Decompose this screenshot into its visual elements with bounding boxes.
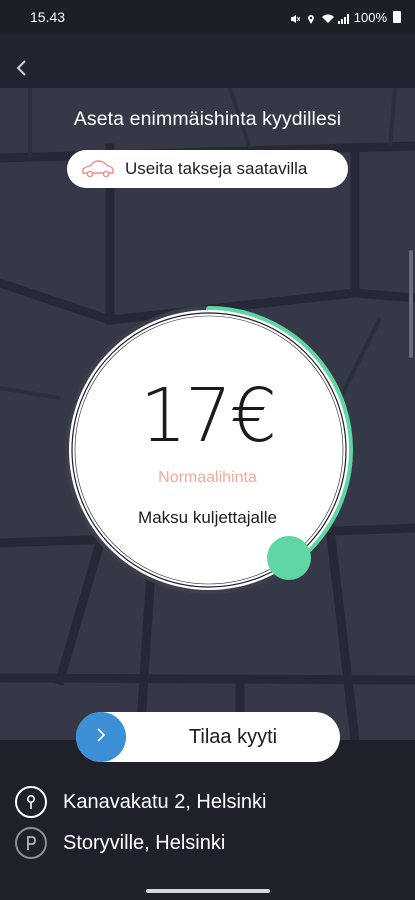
- chevron-left-icon: [15, 59, 29, 81]
- system-nav-bar: [0, 885, 415, 900]
- status-time: 15.43: [30, 9, 66, 25]
- location-pin-icon: [15, 786, 47, 818]
- price-note: Maksu kuljettajalle: [138, 508, 277, 527]
- chevron-right-icon: [95, 724, 107, 750]
- status-icons: 100%: [290, 10, 401, 25]
- price-slider-handle[interactable]: [267, 536, 311, 580]
- location-icon: [306, 12, 316, 24]
- home-indicator[interactable]: [146, 889, 270, 893]
- battery-percent: 100%: [353, 9, 387, 25]
- parking-icon: [15, 827, 47, 859]
- taxi-availability-badge: Useita takseja saatavilla: [67, 150, 348, 188]
- car-icon: [81, 159, 115, 179]
- wifi-icon: [321, 12, 334, 23]
- price-value: 17€: [139, 373, 277, 459]
- order-arrow[interactable]: [76, 712, 126, 762]
- pickup-address-row[interactable]: Kanavakatu 2, Helsinki: [15, 786, 395, 818]
- app-header: [0, 34, 415, 88]
- taxi-availability-label: Useita takseja saatavilla: [125, 159, 308, 178]
- order-ride-label: Tilaa kyyti: [188, 725, 278, 748]
- mute-icon: [290, 12, 301, 23]
- back-button[interactable]: [10, 58, 34, 82]
- signal-icon: [337, 12, 349, 24]
- status-bar: 15.43 100%: [0, 0, 415, 34]
- price-tier-label: Normaalihinta: [158, 469, 257, 486]
- battery-icon: [393, 11, 401, 23]
- pickup-address: Kanavakatu 2, Helsinki: [63, 790, 267, 813]
- page-title: Aseta enimmäishinta kyydillesi: [73, 108, 342, 130]
- destination-address-row[interactable]: Storyville, Helsinki: [15, 827, 395, 859]
- destination-address: Storyville, Helsinki: [63, 831, 226, 854]
- scrollbar[interactable]: [409, 250, 413, 358]
- order-ride-button[interactable]: Tilaa kyyti: [76, 712, 340, 762]
